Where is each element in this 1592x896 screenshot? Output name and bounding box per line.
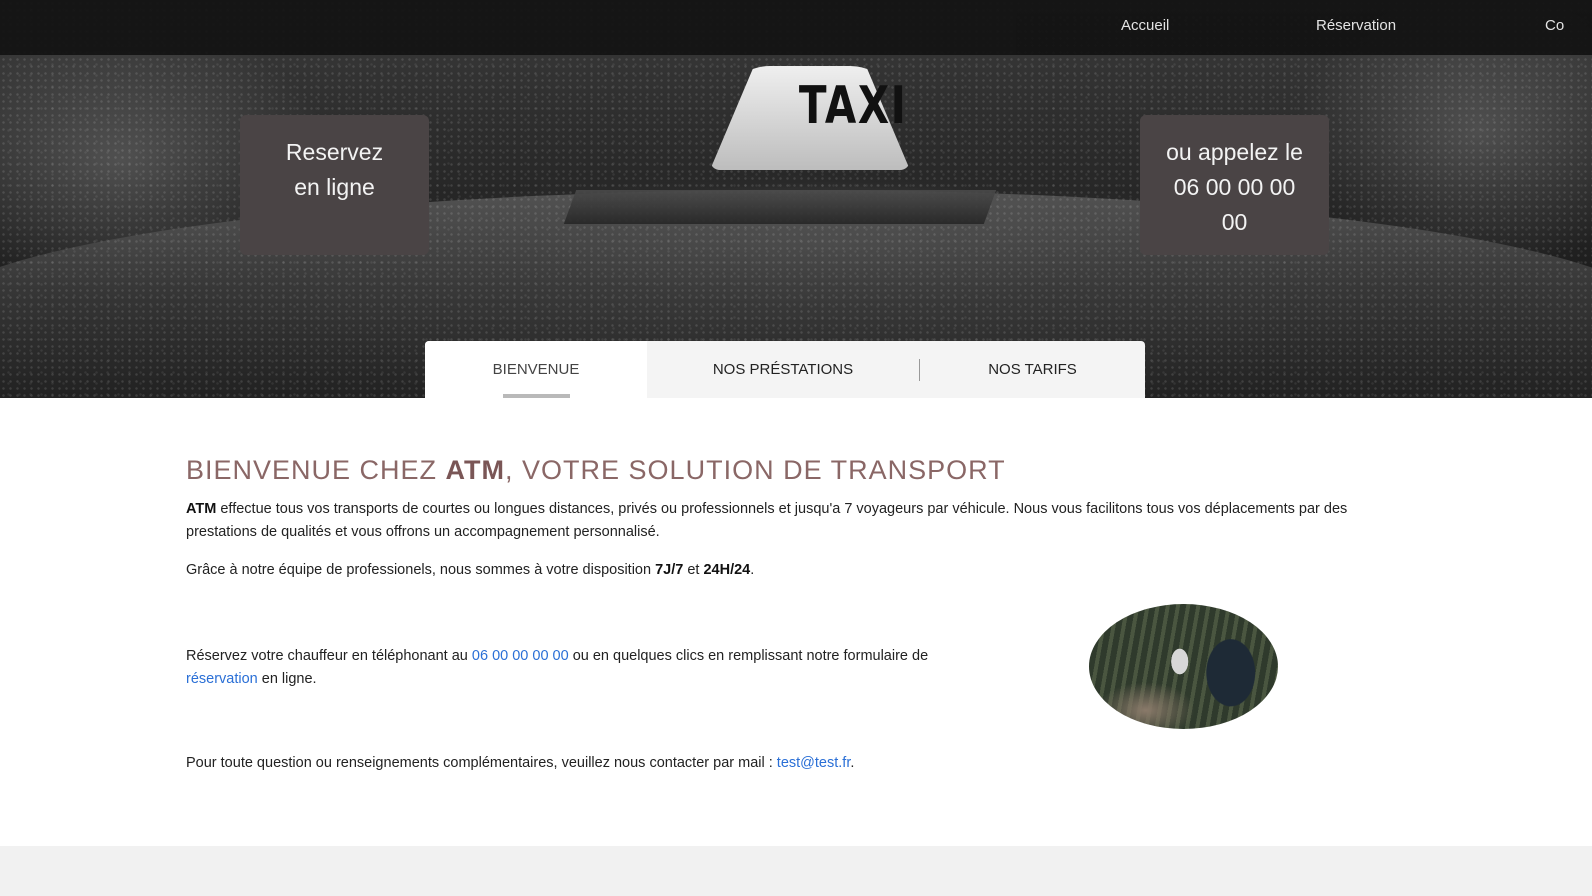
nav-link-contact[interactable]: Co (1545, 17, 1564, 34)
tab-tarifs[interactable]: NOS TARIFS (920, 341, 1145, 398)
reserve-online-line1: Reservez (285, 139, 384, 165)
availability-text-b: et (683, 562, 704, 578)
availability-hours: 24H/24 (703, 562, 751, 578)
intro-brand: ATM (186, 501, 217, 517)
page-title-pre: BIENVENUE CHEZ (186, 455, 446, 485)
tab-bar: BIENVENUE NOS PRÉSTATIONS NOS TARIFS (425, 341, 1145, 398)
availability-text-a: Grâce à notre équipe de professionels, n… (186, 562, 656, 578)
taxi-sign-base (563, 190, 997, 224)
booking-text-a: Réservez votre chauffeur en téléphonant … (186, 648, 472, 664)
page-title-post: , VOTRE SOLUTION DE TRANSPORT (505, 455, 1006, 485)
page-title: BIENVENUE CHEZ ATM, VOTRE SOLUTION DE TR… (186, 455, 1006, 486)
tab-prestations-label: NOS PRÉSTATIONS (712, 361, 854, 378)
tab-prestations[interactable]: NOS PRÉSTATIONS (647, 341, 919, 398)
nav-link-reservation[interactable]: Réservation (1316, 17, 1396, 34)
booking-paragraph: Réservez votre chauffeur en téléphonant … (186, 645, 986, 691)
phone-link[interactable]: 06 00 00 00 00 (472, 648, 569, 664)
call-us-line3: 00 (1221, 209, 1248, 235)
phone-user-photo (1089, 604, 1278, 729)
taxi-sign-image: TAXI (690, 62, 930, 170)
availability-days: 7J/7 (655, 562, 684, 578)
intro-text-b: prestations de qualités et vous offrons … (186, 524, 660, 540)
availability-text-c: . (750, 562, 755, 578)
page-title-brand: ATM (445, 455, 506, 485)
email-link[interactable]: test@test.fr (777, 755, 851, 771)
call-us-line2: 06 00 00 00 (1173, 174, 1296, 200)
reserve-online-line2: en ligne (294, 174, 375, 200)
reserve-online-button[interactable]: Reservez en ligne (240, 115, 429, 255)
intro-text-a: effectue tous vos transports de courtes … (216, 501, 1348, 517)
call-us-line1: ou appelez le (1166, 139, 1303, 165)
availability-paragraph: Grâce à notre équipe de professionels, n… (186, 559, 1416, 582)
active-tab-indicator (503, 394, 570, 398)
tab-bienvenue[interactable]: BIENVENUE (425, 341, 647, 398)
footer-bar (0, 846, 1592, 896)
taxi-sign-text: TAXI (798, 76, 908, 136)
contact-paragraph: Pour toute question ou renseignements co… (186, 752, 1186, 775)
reservation-link[interactable]: réservation (186, 671, 258, 687)
intro-paragraph: ATM effectue tous vos transports de cour… (186, 498, 1416, 544)
booking-text-b: ou en quelques clics en remplissant notr… (568, 648, 929, 664)
hero-banner: TAXI (0, 0, 1592, 398)
contact-text-a: Pour toute question ou renseignements co… (186, 755, 777, 771)
top-nav: Accueil Réservation Co (0, 0, 1592, 55)
tab-bienvenue-label: BIENVENUE (492, 361, 580, 378)
booking-text-c: en ligne. (257, 671, 317, 687)
call-us-box[interactable]: ou appelez le 06 00 00 00 00 (1140, 115, 1329, 255)
tab-tarifs-label: NOS TARIFS (988, 361, 1077, 378)
nav-link-accueil[interactable]: Accueil (1121, 17, 1169, 34)
contact-text-b: . (850, 755, 855, 771)
